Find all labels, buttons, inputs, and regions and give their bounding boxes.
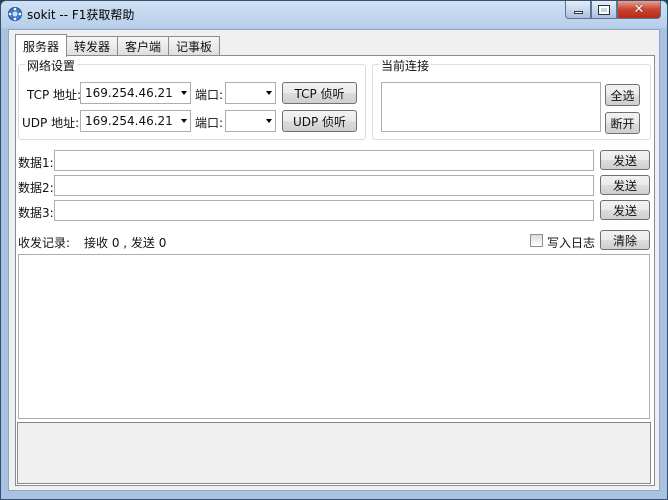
data3-input[interactable] (54, 200, 594, 221)
data3-label: 数据3: (18, 206, 54, 220)
close-button[interactable]: ✕ (617, 1, 661, 19)
tab-server[interactable]: 服务器 (15, 34, 68, 57)
data3-send-button[interactable]: 发送 (600, 200, 650, 220)
udp-port-combo[interactable] (225, 110, 276, 132)
udp-address-combo[interactable]: 169.254.46.21 (80, 110, 191, 132)
clear-button[interactable]: 清除 (600, 230, 650, 250)
maximize-button[interactable] (591, 1, 617, 19)
chevron-down-icon (181, 91, 187, 95)
minimize-button[interactable] (565, 1, 591, 19)
status-area (17, 422, 651, 484)
chevron-down-icon (266, 91, 272, 95)
tab-bar: 服务器 转发器 客户端 记事板 (15, 34, 221, 57)
log-label: 收发记录: (18, 236, 71, 250)
data1-input[interactable] (54, 150, 594, 171)
log-output[interactable] (18, 254, 650, 419)
client-area: 服务器 转发器 客户端 记事板 网络设置 TCP 地址: 169.254.46.… (8, 29, 660, 491)
udp-address-label: UDP 地址: (22, 116, 80, 130)
chevron-down-icon (266, 119, 272, 123)
maximize-icon (598, 4, 610, 15)
app-window: sokit -- F1获取帮助 ✕ 服务器 转发器 客户端 记事板 网络设置 T… (0, 0, 668, 500)
udp-address-value: 169.254.46.21 (85, 114, 173, 128)
tab-forwarder[interactable]: 转发器 (67, 36, 119, 56)
disconnect-button[interactable]: 断开 (605, 112, 640, 134)
window-title: sokit -- F1获取帮助 (27, 8, 135, 22)
write-log-label: 写入日志 (547, 236, 596, 250)
tab-notepad[interactable]: 记事板 (169, 36, 221, 56)
chevron-down-icon (181, 119, 187, 123)
data1-label: 数据1: (18, 156, 54, 170)
select-all-button[interactable]: 全选 (605, 84, 640, 106)
connections-label: 当前连接 (379, 57, 432, 74)
tcp-address-label: TCP 地址: (27, 88, 82, 102)
tcp-port-label: 端口: (195, 88, 224, 102)
udp-listen-button[interactable]: UDP 侦听 (282, 110, 357, 132)
udp-port-label: 端口: (195, 116, 224, 130)
log-stats: 接收 0 , 发送 0 (84, 236, 167, 250)
network-settings-label: 网络设置 (25, 57, 78, 74)
connections-list[interactable] (381, 82, 601, 132)
tab-client[interactable]: 客户端 (118, 36, 170, 56)
data2-send-button[interactable]: 发送 (600, 175, 650, 195)
tcp-address-combo[interactable]: 169.254.46.21 (80, 82, 191, 104)
title-bar[interactable]: sokit -- F1获取帮助 ✕ (1, 1, 667, 27)
app-icon (8, 7, 22, 21)
tcp-address-value: 169.254.46.21 (85, 86, 173, 100)
write-log-checkbox[interactable] (530, 234, 543, 247)
tcp-listen-button[interactable]: TCP 侦听 (282, 82, 357, 104)
data1-send-button[interactable]: 发送 (600, 150, 650, 170)
close-icon: ✕ (633, 2, 645, 17)
window-controls: ✕ (565, 1, 661, 19)
tcp-port-combo[interactable] (225, 82, 276, 104)
data2-input[interactable] (54, 175, 594, 196)
data2-label: 数据2: (18, 181, 54, 195)
minimize-icon (573, 10, 583, 14)
